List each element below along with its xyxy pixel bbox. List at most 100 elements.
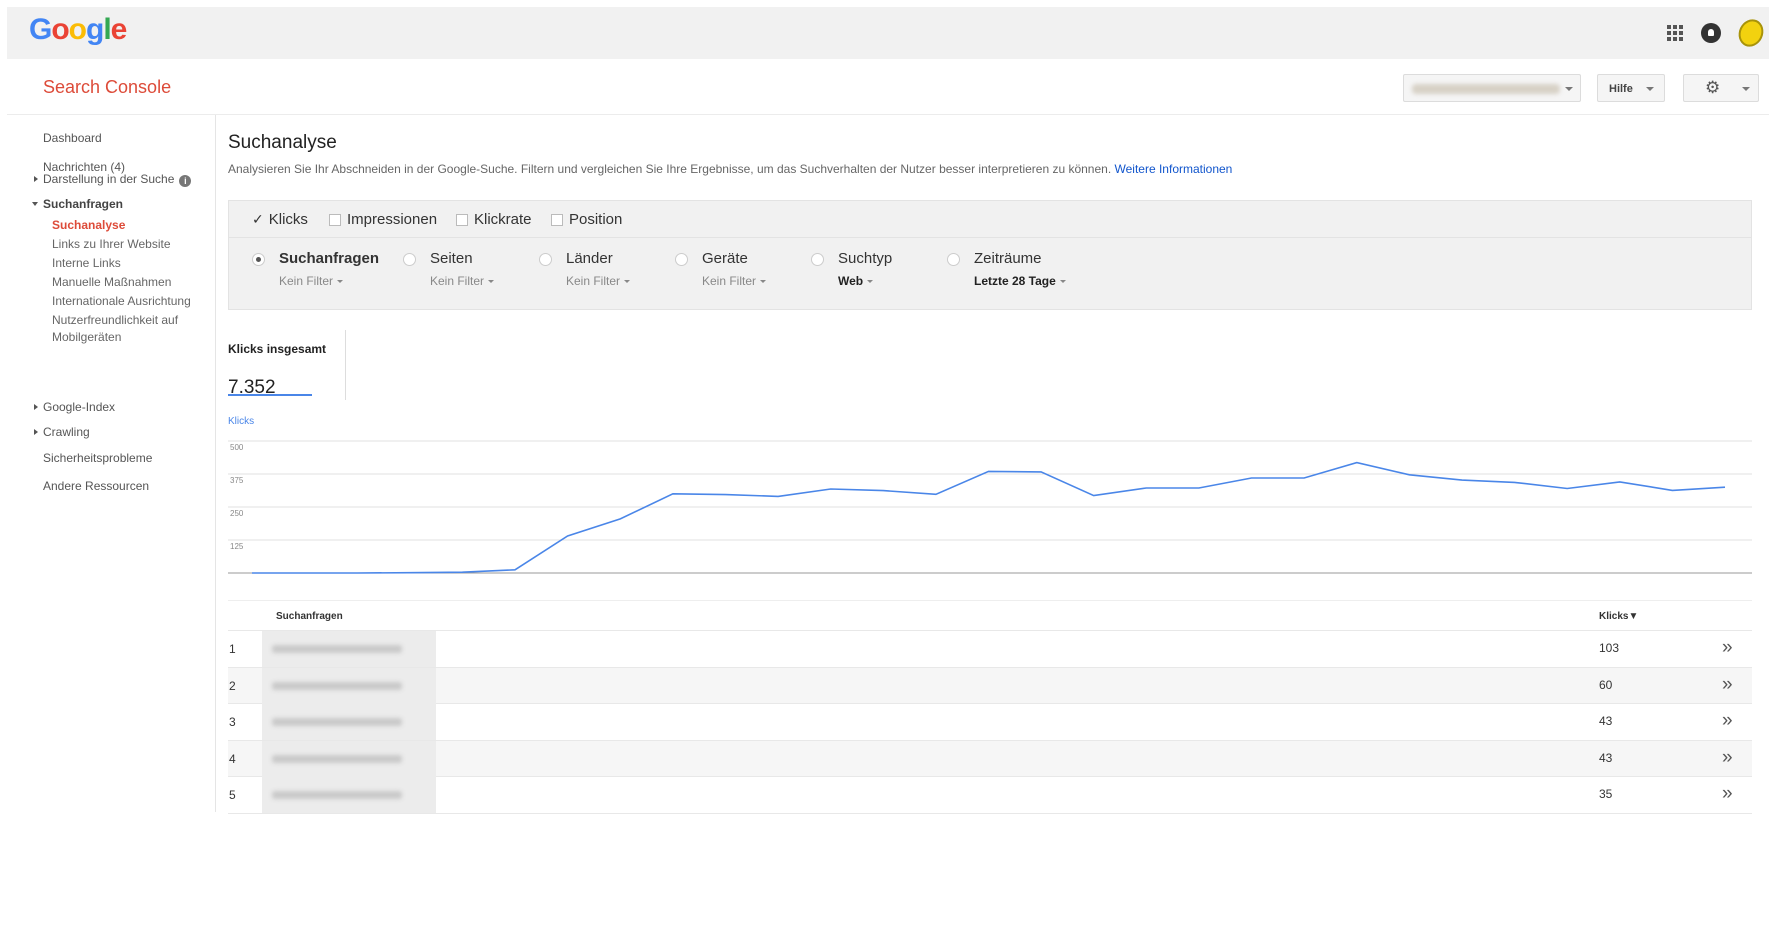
console-title[interactable]: Search Console bbox=[43, 77, 171, 98]
metric-impressions[interactable]: Impressionen bbox=[329, 211, 437, 228]
expand-arrow-icon[interactable]: » bbox=[1722, 710, 1733, 732]
query-cell-redacted[interactable] bbox=[262, 777, 436, 813]
row-number: 2 bbox=[229, 678, 236, 693]
table-row[interactable]: 3 43 » bbox=[228, 704, 1752, 741]
query-cell-redacted[interactable] bbox=[262, 667, 436, 704]
clicks-cell: 35 bbox=[1599, 787, 1613, 801]
column-header-clicks[interactable]: Klicks▼ bbox=[1599, 611, 1638, 622]
chevron-down-icon bbox=[867, 280, 874, 283]
group-label: Suchtyp bbox=[838, 250, 893, 267]
chevron-down-icon bbox=[1059, 280, 1066, 283]
group-label: Länder bbox=[566, 250, 613, 267]
sidebar-item-crawling[interactable]: Crawling bbox=[43, 425, 90, 439]
checkbox[interactable] bbox=[456, 213, 468, 226]
row-number: 1 bbox=[229, 642, 236, 656]
sidebar-item-mobile-usability[interactable]: Nutzerfreundlichkeit auf Mobilgeräten bbox=[52, 312, 178, 346]
help-label: Hilfe bbox=[1609, 83, 1633, 95]
query-cell-redacted[interactable] bbox=[262, 704, 436, 740]
group-filter-dropdown[interactable]: Kein Filter bbox=[430, 274, 495, 288]
sidebar-item-search-analytics[interactable]: Suchanalyse bbox=[52, 217, 125, 234]
radio-button[interactable] bbox=[675, 253, 688, 266]
y-tick-label: 375 bbox=[230, 476, 244, 485]
sidebar-item-security[interactable]: Sicherheitsprobleme bbox=[43, 451, 152, 465]
settings-button[interactable]: ⚙ bbox=[1683, 74, 1759, 102]
checkbox[interactable] bbox=[551, 213, 563, 226]
gear-icon: ⚙ bbox=[1705, 78, 1721, 97]
metric-position[interactable]: Position bbox=[551, 211, 622, 228]
sidebar-item-google-index[interactable]: Google-Index bbox=[43, 400, 115, 414]
apps-grid-icon[interactable] bbox=[1667, 25, 1683, 41]
logo-letter: o bbox=[68, 13, 87, 46]
group-filter-dropdown[interactable]: Kein Filter bbox=[279, 274, 344, 288]
sidebar-item-links[interactable]: Links zu Ihrer Website bbox=[52, 236, 171, 253]
grouping-bar: Suchanfragen Kein Filter Seiten Kein Fil… bbox=[228, 238, 1752, 310]
group-label: Zeiträume bbox=[974, 250, 1042, 267]
table-row[interactable]: 4 43 » bbox=[228, 740, 1752, 777]
help-button[interactable]: Hilfe bbox=[1597, 74, 1665, 102]
notifications-icon[interactable] bbox=[1701, 23, 1721, 43]
group-label: Seiten bbox=[430, 250, 473, 267]
sidebar-item-manual-actions[interactable]: Manuelle Maßnahmen bbox=[52, 274, 171, 291]
sidebar-item-international[interactable]: Internationale Ausrichtung bbox=[52, 293, 191, 310]
google-bar: Google bbox=[7, 7, 1769, 59]
expand-arrow-icon[interactable]: » bbox=[1722, 783, 1733, 805]
sidebar-item-search-traffic[interactable]: Suchanfragen bbox=[43, 197, 123, 211]
results-table: Suchanfragen Klicks▼ 1 103 » 2 60 » 3 43… bbox=[228, 600, 1752, 814]
metric-clicks[interactable]: ✓ Klicks bbox=[252, 211, 308, 228]
query-cell-redacted[interactable] bbox=[262, 740, 436, 777]
caret-right-icon[interactable] bbox=[34, 404, 38, 410]
caret-down-icon[interactable] bbox=[32, 202, 38, 206]
query-cell-redacted[interactable] bbox=[262, 631, 436, 667]
group-filter-dropdown[interactable]: Letzte 28 Tage bbox=[974, 274, 1066, 288]
expand-arrow-icon[interactable]: » bbox=[1722, 674, 1733, 696]
property-select[interactable] bbox=[1403, 74, 1581, 102]
checkbox[interactable] bbox=[329, 213, 341, 226]
table-row[interactable]: 2 60 » bbox=[228, 667, 1752, 704]
radio-button[interactable] bbox=[252, 253, 265, 266]
chevron-down-icon bbox=[760, 280, 767, 283]
info-icon[interactable]: i bbox=[179, 175, 192, 187]
expand-arrow-icon[interactable]: » bbox=[1722, 637, 1733, 659]
y-tick-label: 500 bbox=[230, 443, 244, 452]
checkmark-icon[interactable]: ✓ bbox=[252, 211, 264, 228]
group-label: Geräte bbox=[702, 250, 748, 267]
clicks-cell: 103 bbox=[1599, 641, 1620, 655]
chevron-down-icon bbox=[1565, 87, 1573, 91]
metric-label: Klicks bbox=[268, 211, 308, 228]
google-logo[interactable]: Google bbox=[29, 13, 128, 47]
sidebar-item-other-resources[interactable]: Andere Ressourcen bbox=[43, 479, 149, 493]
page-title: Suchanalyse bbox=[228, 132, 337, 153]
radio-button[interactable] bbox=[539, 253, 552, 266]
radio-button[interactable] bbox=[403, 253, 416, 266]
series-line-klicks[interactable] bbox=[252, 461, 1726, 574]
more-info-link[interactable]: Weitere Informationen bbox=[1115, 162, 1233, 176]
table-row[interactable]: 5 35 » bbox=[228, 777, 1752, 814]
filter-label: Kein Filter bbox=[566, 274, 621, 288]
chevron-down-icon bbox=[337, 280, 344, 283]
avatar[interactable] bbox=[1734, 15, 1768, 51]
sidebar-item-search-appearance[interactable]: Darstellung in der Suche i bbox=[43, 172, 192, 187]
group-filter-dropdown[interactable]: Kein Filter bbox=[566, 274, 631, 288]
sidebar-item-label: Darstellung in der Suche bbox=[43, 172, 175, 186]
sidebar: Dashboard Nachrichten (4) Darstellung in… bbox=[7, 115, 216, 812]
sidebar-item-label: Nutzerfreundlichkeit auf bbox=[52, 313, 179, 327]
chevron-down-icon bbox=[624, 280, 631, 283]
logo-letter: l bbox=[103, 13, 111, 46]
logo-letter: e bbox=[110, 13, 128, 46]
sidebar-item-dashboard[interactable]: Dashboard bbox=[43, 131, 102, 145]
radio-button[interactable] bbox=[947, 253, 960, 266]
page-description: Analysieren Sie Ihr Abschneiden in der G… bbox=[228, 162, 1232, 176]
sidebar-item-label: Mobilgeräten bbox=[52, 330, 122, 344]
description-text: Analysieren Sie Ihr Abschneiden in der G… bbox=[228, 162, 1112, 176]
metric-ctr[interactable]: Klickrate bbox=[456, 211, 532, 228]
radio-button[interactable] bbox=[811, 253, 824, 266]
caret-right-icon[interactable] bbox=[34, 176, 38, 182]
column-header-queries[interactable]: Suchanfragen bbox=[276, 611, 343, 622]
caret-right-icon[interactable] bbox=[34, 429, 38, 435]
group-filter-dropdown[interactable]: Kein Filter bbox=[702, 274, 767, 288]
table-row[interactable]: 1 103 » bbox=[228, 631, 1752, 668]
group-filter-dropdown[interactable]: Web bbox=[838, 274, 874, 288]
expand-arrow-icon[interactable]: » bbox=[1722, 747, 1733, 769]
sidebar-item-internal-links[interactable]: Interne Links bbox=[52, 255, 121, 272]
total-clicks-card[interactable]: Klicks insgesamt 7.352 bbox=[228, 330, 346, 400]
